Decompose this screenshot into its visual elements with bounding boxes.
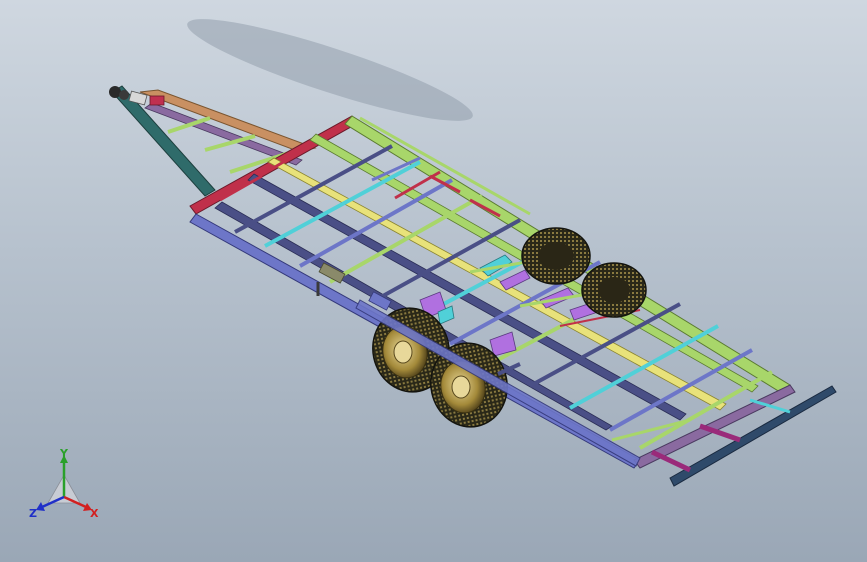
x-axis-label: X	[90, 507, 99, 520]
y-axis-label: Y	[59, 447, 69, 460]
trailer-model[interactable]	[0, 0, 867, 562]
wheel-far-rear[interactable]	[581, 262, 647, 318]
z-axis-label: Z	[29, 507, 37, 520]
wheel-far-front[interactable]	[521, 227, 591, 285]
coordinate-triad: Y X Z	[20, 445, 110, 525]
graphics-viewport[interactable]: Y X Z	[0, 0, 867, 562]
triad-graphic: Y X Z	[29, 447, 99, 520]
rear-tail-bar[interactable]	[650, 385, 837, 487]
